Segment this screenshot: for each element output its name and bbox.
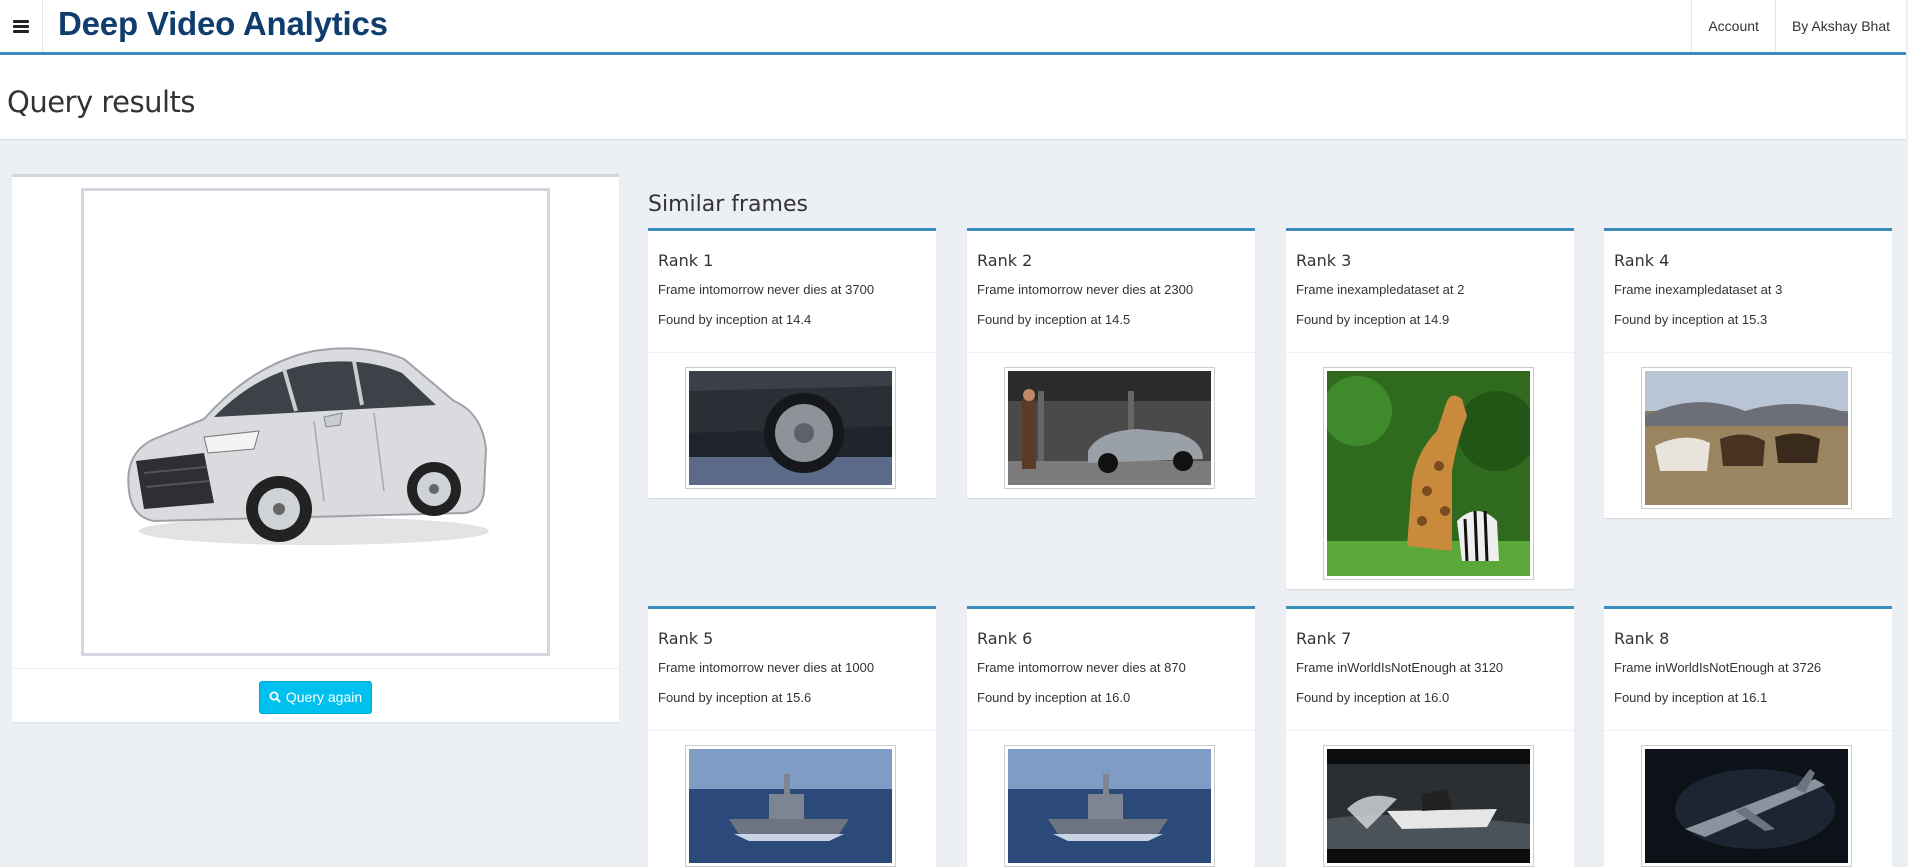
author-link[interactable]: By Akshay Bhat	[1774, 0, 1906, 52]
car-wheel-frame	[689, 371, 892, 485]
sidebar-toggle-button[interactable]	[0, 0, 43, 52]
car-image	[84, 191, 547, 653]
account-link[interactable]: Account	[1691, 0, 1775, 52]
result-card-rank-1[interactable]: Rank 1 Frame intomorrow never dies at 37…	[648, 228, 936, 498]
rank-label: Rank 8	[1614, 629, 1670, 648]
giraffe-zebra-frame	[1327, 371, 1530, 576]
result-card-rank-3[interactable]: Rank 3 Frame inexampledataset at 2 Found…	[1286, 228, 1574, 589]
frame-thumbnail[interactable]	[685, 745, 896, 867]
query-again-label: Query again	[285, 689, 363, 705]
found-by-info: Found by inception at 15.6	[658, 690, 812, 705]
app-logo[interactable]: Deep Video Analytics	[58, 4, 388, 44]
result-card-rank-6[interactable]: Rank 6 Frame intomorrow never dies at 87…	[967, 606, 1255, 867]
horses-frame	[1645, 371, 1848, 505]
frame-thumbnail[interactable]	[1641, 745, 1852, 867]
frame-info: Frame intomorrow never dies at 1000	[658, 660, 875, 675]
rank-label: Rank 4	[1614, 251, 1670, 270]
found-by-info: Found by inception at 14.9	[1296, 312, 1450, 327]
navbar-right: Account By Akshay Bhat	[1691, 0, 1906, 52]
query-image	[81, 188, 550, 656]
result-card-rank-8[interactable]: Rank 8 Frame inWorldIsNotEnough at 3726 …	[1604, 606, 1892, 867]
rank-label: Rank 2	[977, 251, 1033, 270]
speedboat-frame	[1327, 749, 1530, 863]
result-card-rank-7[interactable]: Rank 7 Frame inWorldIsNotEnough at 3120 …	[1286, 606, 1574, 867]
frame-thumbnail[interactable]	[1323, 745, 1534, 867]
found-by-info: Found by inception at 16.0	[977, 690, 1131, 705]
frame-thumbnail[interactable]	[1004, 745, 1215, 867]
page-title: Query results	[7, 85, 196, 119]
query-panel-footer: Query again	[12, 668, 619, 725]
query-panel: Query again	[12, 174, 619, 722]
jet-frame	[1645, 749, 1848, 863]
frame-info: Frame intomorrow never dies at 2300	[977, 282, 1194, 297]
frame-info: Frame inexampledataset at 3	[1614, 282, 1783, 297]
similar-frames-title: Similar frames	[648, 192, 808, 217]
rank-label: Rank 3	[1296, 251, 1352, 270]
result-card-rank-2[interactable]: Rank 2 Frame intomorrow never dies at 23…	[967, 228, 1255, 498]
hamburger-icon	[13, 19, 29, 33]
result-card-rank-5[interactable]: Rank 5 Frame intomorrow never dies at 10…	[648, 606, 936, 867]
rank-label: Rank 6	[977, 629, 1033, 648]
frame-info: Frame inWorldIsNotEnough at 3120	[1296, 660, 1504, 675]
frame-info: Frame inexampledataset at 2	[1296, 282, 1465, 297]
rank-label: Rank 5	[658, 629, 714, 648]
frame-thumbnail[interactable]	[1641, 367, 1852, 509]
frame-thumbnail[interactable]	[1323, 367, 1534, 580]
warship-frame	[689, 749, 892, 863]
found-by-info: Found by inception at 14.4	[658, 312, 812, 327]
rank-label: Rank 1	[658, 251, 714, 270]
frame-thumbnail[interactable]	[685, 367, 896, 489]
frame-info: Frame intomorrow never dies at 3700	[658, 282, 875, 297]
top-navbar: Deep Video Analytics Account By Akshay B…	[0, 0, 1906, 55]
found-by-info: Found by inception at 15.3	[1614, 312, 1768, 327]
warship-frame	[1008, 749, 1211, 863]
found-by-info: Found by inception at 14.5	[977, 312, 1131, 327]
frame-info: Frame inWorldIsNotEnough at 3726	[1614, 660, 1822, 675]
found-by-info: Found by inception at 16.1	[1614, 690, 1768, 705]
found-by-info: Found by inception at 16.0	[1296, 690, 1450, 705]
frame-info: Frame intomorrow never dies at 870	[977, 660, 1186, 675]
result-card-rank-4[interactable]: Rank 4 Frame inexampledataset at 3 Found…	[1604, 228, 1892, 518]
garage-car-frame	[1008, 371, 1211, 485]
frame-thumbnail[interactable]	[1004, 367, 1215, 489]
search-icon	[269, 691, 281, 703]
content-header: Query results	[0, 55, 1906, 140]
rank-label: Rank 7	[1296, 629, 1352, 648]
query-again-button[interactable]: Query again	[259, 680, 372, 714]
